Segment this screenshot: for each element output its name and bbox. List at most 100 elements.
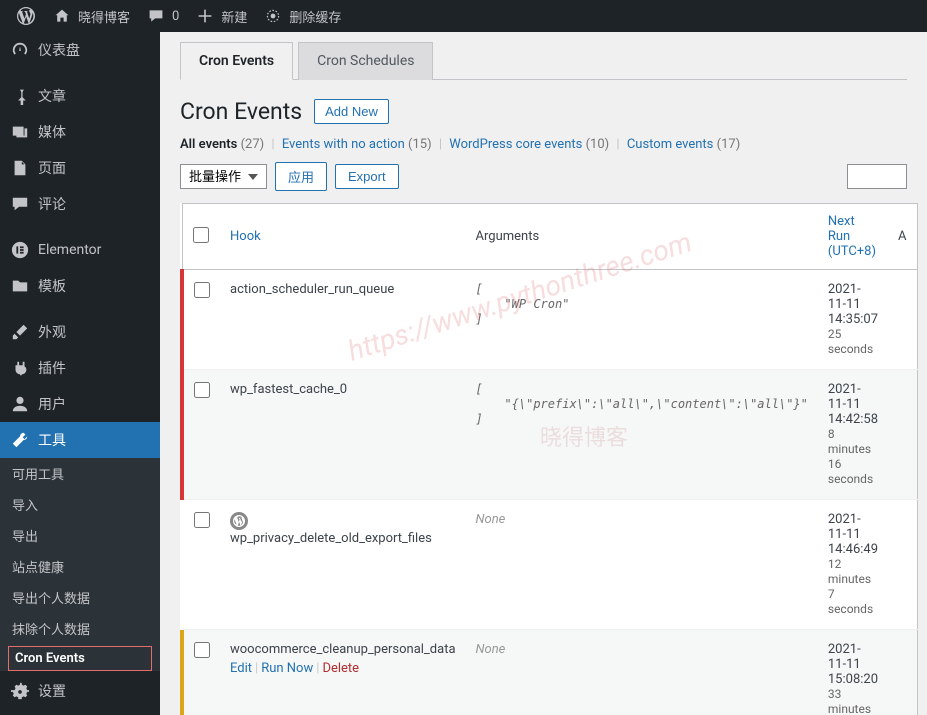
comments-count: 0 [172,9,179,24]
menu-comment[interactable]: 评论 [0,186,160,222]
new-label: 新建 [221,7,247,26]
menu-label: Elementor [38,242,101,258]
menu-dashboard[interactable]: 仪表盘 [0,32,160,68]
next-run-cell: 2021-11-11 14:42:588 minutes 16 seconds [818,370,888,500]
submenu-item[interactable]: 导出 [0,520,160,551]
submenu-item[interactable]: 导入 [0,489,160,520]
filter-all[interactable]: All events [180,137,237,152]
comment-icon [10,194,30,214]
menu-pin[interactable]: 文章 [0,78,160,114]
col-arguments: Arguments [466,204,818,270]
folder-icon [10,276,30,296]
arguments-cell: [ "WP Cron" ] [466,270,818,370]
filter-links: All events (27) | Events with no action … [180,137,907,152]
tab-cron-schedules[interactable]: Cron Schedules [298,42,433,80]
site-home[interactable]: 晓得博客 [44,0,138,32]
submenu-item[interactable]: 可用工具 [0,458,160,489]
apply-button[interactable]: 应用 [275,162,327,191]
search-input[interactable] [847,164,907,189]
menu-label: 媒体 [38,122,66,142]
col-hook[interactable]: Hook [230,229,261,244]
purge-cache[interactable]: 删除缓存 [255,0,349,32]
menu-label: 设置 [38,681,66,701]
filter-core[interactable]: WordPress core events [449,137,582,152]
comment-icon [146,6,166,26]
hook-name: action_scheduler_run_queue [230,282,394,297]
filter-custom[interactable]: Custom events [627,137,714,152]
table-row: action_scheduler_run_queue [ "WP Cron" ]2… [182,270,917,370]
bulk-action-select[interactable]: 批量操作 [180,164,267,189]
menu-wrench[interactable]: 工具 [0,422,160,458]
table-row: wp_fastest_cache_0 [ "{\"prefix\":\"all\"… [182,370,917,500]
hook-name: woocommerce_cleanup_personal_data [230,642,456,657]
wp-logo[interactable] [8,0,44,32]
select-all-checkbox[interactable] [193,227,209,243]
filter-no-action[interactable]: Events with no action [282,137,405,152]
menu-gear[interactable]: 设置 [0,673,160,709]
home-icon [52,6,72,26]
menu-label: 用户 [38,394,66,414]
cron-events-table: Hook Arguments Next Run (UTC+8) A action… [180,203,918,715]
add-new-button[interactable]: Add New [314,99,389,124]
menu-page[interactable]: 页面 [0,150,160,186]
admin-sidebar: 仪表盘文章媒体页面评论 Elementor 模板外观插件用户工具 可用工具导入导出站… [0,32,160,715]
hook-name: wp_privacy_delete_old_export_files [230,531,432,546]
lion-icon [263,6,283,26]
tab-cron-events[interactable]: Cron Events [180,42,293,80]
page-icon [10,158,30,178]
menu-elementor[interactable]: Elementor [0,232,160,268]
admin-bar: 晓得博客 0 新建 删除缓存 [0,0,927,32]
next-run-cell: 2021-11-11 14:46:4912 minutes 7 seconds [818,500,888,630]
menu-label: 插件 [38,358,66,378]
wrench-icon [10,430,30,450]
media-icon [10,122,30,142]
plug-icon [10,358,30,378]
submenu-item[interactable]: 抹除个人数据 [0,613,160,644]
export-button[interactable]: Export [335,164,399,189]
col-next-run[interactable]: Next Run (UTC+8) [828,214,876,259]
row-checkbox[interactable] [194,512,210,528]
elementor-icon [10,240,30,260]
menu-label: 评论 [38,194,66,214]
submenu-item[interactable]: 导出个人数据 [0,582,160,613]
menu-media[interactable]: 媒体 [0,114,160,150]
menu-user[interactable]: 用户 [0,386,160,422]
purge-label: 删除缓存 [289,7,341,26]
submenu-item[interactable]: 站点健康 [0,551,160,582]
col-last: A [888,204,917,270]
menu-label: 工具 [38,430,66,450]
gear-icon [10,681,30,701]
comments-link[interactable]: 0 [138,0,187,32]
row-checkbox[interactable] [194,382,210,398]
arguments-cell: [ "{\"prefix\":\"all\",\"content\":\"all… [466,370,818,500]
submenu-item[interactable]: Cron Events [8,646,152,671]
user-icon [10,394,30,414]
row-checkbox[interactable] [194,642,210,658]
new-content[interactable]: 新建 [187,0,255,32]
dashboard-icon [10,40,30,60]
bulk-actions-row: 批量操作 应用 Export [180,162,907,191]
brush-icon [10,322,30,342]
hook-name: wp_fastest_cache_0 [230,382,347,397]
site-name: 晓得博客 [78,7,130,26]
menu-label: 外观 [38,322,66,342]
main-content: Cron Events Cron Schedules Cron Events A… [160,32,927,715]
menu-folder[interactable]: 模板 [0,268,160,304]
edit-link[interactable]: Edit [230,661,252,676]
wordpress-icon [16,6,36,26]
menu-plug[interactable]: 插件 [0,350,160,386]
table-row: wp_privacy_delete_old_export_filesNone20… [182,500,917,630]
menu-brush[interactable]: 外观 [0,314,160,350]
row-checkbox[interactable] [194,282,210,298]
nav-tabs: Cron Events Cron Schedules [180,42,907,80]
run-link[interactable]: Run Now [261,661,313,676]
delete-link[interactable]: Delete [322,661,359,676]
menu-label: 模板 [38,276,66,296]
pin-icon [10,86,30,106]
menu-label: 文章 [38,86,66,106]
row-actions: Edit|Run Now|Delete [230,661,456,676]
next-run-cell: 2021-11-11 15:08:2033 minutes 38 seconds [818,630,888,715]
arguments-cell: None [466,630,818,715]
next-run-cell: 2021-11-11 14:35:0725 seconds [818,270,888,370]
table-row: woocommerce_cleanup_personal_data Edit|Ru… [182,630,917,715]
